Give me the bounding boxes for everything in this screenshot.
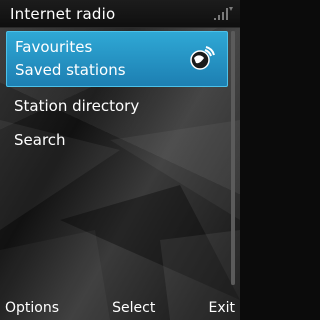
menu-item-label: Search [14, 131, 66, 149]
softkey-exit[interactable]: Exit [208, 300, 235, 316]
menu-item-station-directory[interactable]: Station directory [6, 89, 228, 121]
scrollbar-thumb[interactable] [231, 31, 235, 285]
menu-item-favourites[interactable]: Favourites Saved stations [6, 31, 228, 87]
signal-bars-icon [214, 6, 233, 20]
menu-item-label: Favourites [15, 38, 93, 56]
softkey-options[interactable]: Options [5, 300, 59, 316]
status-bar: Internet radio [0, 0, 240, 28]
menu-item-search[interactable]: Search [6, 123, 228, 155]
menu-item-sublabel: Saved stations [15, 61, 126, 79]
softkey-bar: Options Select Exit [0, 296, 240, 320]
menu-list: Favourites Saved stations Station direct… [6, 31, 228, 155]
page-title: Internet radio [10, 4, 116, 23]
menu-item-label: Station directory [14, 97, 140, 115]
softkey-select[interactable]: Select [112, 300, 155, 316]
globe-radio-icon [190, 46, 215, 70]
scrollbar[interactable] [231, 31, 235, 285]
